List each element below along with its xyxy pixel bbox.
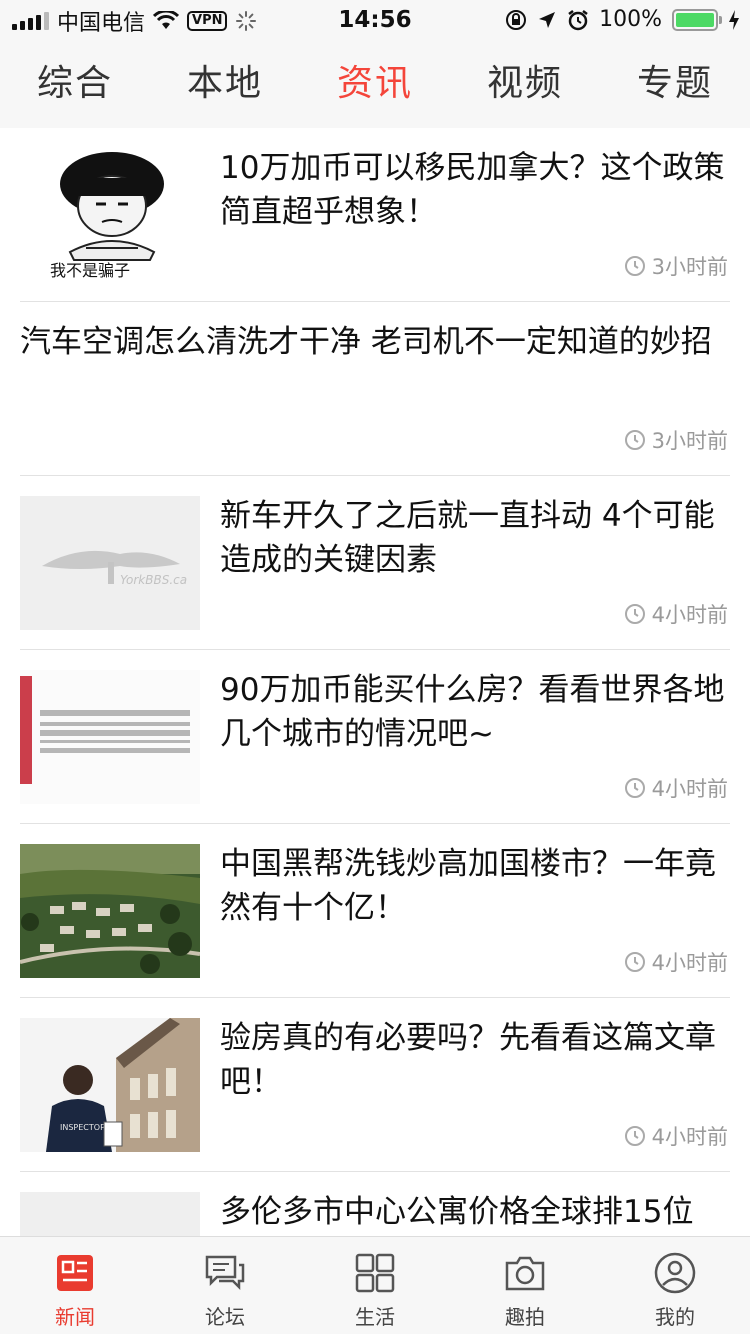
tab-news[interactable]: 资讯 <box>300 40 450 128</box>
status-bar: 中国电信 VPN 14:56 100% <box>0 0 750 40</box>
bottom-tab-label: 新闻 <box>55 1305 95 1329</box>
tab-general[interactable]: 综合 <box>0 40 150 128</box>
news-time-label: 4小时前 <box>651 951 728 975</box>
news-time: 4小时前 <box>624 1121 728 1151</box>
bottom-tab-label: 论坛 <box>205 1305 245 1329</box>
rotation-lock-icon <box>506 9 527 30</box>
news-title: 90万加币能买什么房？看看世界各地几个城市的情况吧~ <box>220 672 725 752</box>
thumbnail-caption: INSPECTOR <box>60 1123 106 1132</box>
news-item[interactable]: 90万加币能买什么房？看看世界各地几个城市的情况吧~ 4小时前 <box>20 650 730 824</box>
news-thumbnail <box>20 1192 200 1236</box>
thumbnail-caption: YorkBBS.ca <box>120 573 187 587</box>
user-icon <box>654 1252 696 1294</box>
news-time: 4小时前 <box>624 947 728 977</box>
news-item[interactable]: INSPECTOR 验房真的有必要吗？先看看这篇文章吧！ 4小时前 <box>20 998 730 1172</box>
thumbnail-caption: 我不是骗子 <box>50 261 130 280</box>
news-item[interactable]: YorkBBS.ca 新车开久了之后就一直抖动 4个可能造成的关键因素 4小时前 <box>20 476 730 650</box>
news-item[interactable]: 中国黑帮洗钱炒高加国楼市？一年竟然有十个亿！ 4小时前 <box>20 824 730 998</box>
news-thumbnail: INSPECTOR <box>20 1018 200 1152</box>
news-title: 汽车空调怎么清洗才干净 老司机不一定知道的妙招 <box>20 324 712 360</box>
location-icon <box>539 11 556 28</box>
bottom-tab-me[interactable]: 我的 <box>600 1237 750 1334</box>
tab-local[interactable]: 本地 <box>150 40 300 128</box>
bottom-tab-life[interactable]: 生活 <box>300 1237 450 1334</box>
battery-icon <box>672 8 722 31</box>
news-title: 新车开久了之后就一直抖动 4个可能造成的关键因素 <box>220 498 715 578</box>
news-time: 3小时前 <box>624 425 728 455</box>
clock-icon <box>624 430 645 450</box>
bottom-tab-label: 趣拍 <box>505 1305 545 1329</box>
news-time: 4小时前 <box>624 599 728 629</box>
news-thumbnail <box>20 670 200 804</box>
news-time-label: 4小时前 <box>651 1125 728 1149</box>
news-thumbnail: YorkBBS.ca <box>20 496 200 630</box>
bottom-tab-bar: 新闻 论坛 生活 趣拍 我的 <box>0 1236 750 1334</box>
category-tabs: 综合 本地 资讯 视频 专题 <box>0 40 750 128</box>
news-title: 中国黑帮洗钱炒高加国楼市？一年竟然有十个亿！ <box>220 846 716 926</box>
news-time-label: 4小时前 <box>651 777 728 801</box>
news-time-label: 3小时前 <box>651 429 728 453</box>
news-item[interactable]: 汽车空调怎么清洗才干净 老司机不一定知道的妙招 3小时前 <box>20 302 730 476</box>
clock-icon <box>624 778 645 798</box>
charging-icon <box>729 9 739 30</box>
forum-icon <box>205 1255 245 1291</box>
bottom-tab-label: 我的 <box>655 1305 695 1329</box>
news-time-label: 3小时前 <box>651 255 728 279</box>
alarm-icon <box>568 9 588 30</box>
news-item[interactable]: 我不是骗子 10万加币可以移民加拿大？这个政策简直超乎想象！ 3小时前 <box>20 128 730 302</box>
news-item[interactable]: 多伦多市中心公寓价格全球排15位 <box>20 1172 730 1236</box>
news-time-label: 4小时前 <box>651 603 728 627</box>
news-thumbnail <box>20 844 200 978</box>
news-title: 多伦多市中心公寓价格全球排15位 <box>220 1194 694 1230</box>
tab-video[interactable]: 视频 <box>450 40 600 128</box>
news-icon <box>57 1255 93 1291</box>
news-list: 我不是骗子 10万加币可以移民加拿大？这个政策简直超乎想象！ 3小时前 汽车空调… <box>0 128 750 1236</box>
camera-icon <box>505 1256 545 1291</box>
clock-icon <box>624 1126 645 1146</box>
clock-icon <box>624 256 645 276</box>
news-thumbnail: 我不是骗子 <box>20 148 200 282</box>
news-title: 10万加币可以移民加拿大？这个政策简直超乎想象！ <box>220 150 725 230</box>
news-time: 3小时前 <box>624 251 728 281</box>
bottom-tab-snap[interactable]: 趣拍 <box>450 1237 600 1334</box>
status-right: 100% <box>505 7 740 32</box>
bottom-tab-label: 生活 <box>355 1305 395 1329</box>
bottom-tab-forum[interactable]: 论坛 <box>150 1237 300 1334</box>
tab-topics[interactable]: 专题 <box>600 40 750 128</box>
clock-icon <box>624 952 645 972</box>
grid-icon <box>355 1253 395 1293</box>
battery-percent: 100% <box>599 7 662 32</box>
clock-icon <box>624 604 645 624</box>
news-title: 验房真的有必要吗？先看看这篇文章吧！ <box>220 1020 716 1100</box>
bottom-tab-news[interactable]: 新闻 <box>0 1237 150 1334</box>
news-time: 4小时前 <box>624 773 728 803</box>
